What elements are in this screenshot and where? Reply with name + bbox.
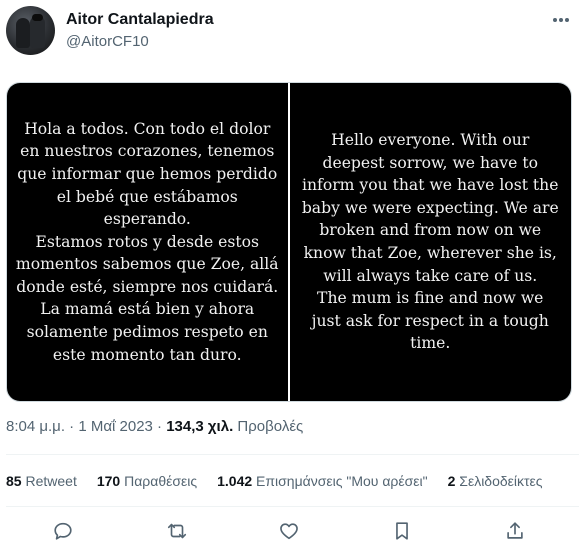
- tweet-stats: 85 Retweet 170 Παραθέσεις 1.042 Επισημάν…: [6, 473, 563, 489]
- stat-label: Retweet: [25, 473, 77, 489]
- more-dots-icon[interactable]: [547, 10, 575, 30]
- media-image-spanish[interactable]: Hola a todos. Con todo el dolor en nuest…: [7, 83, 288, 401]
- english-statement-text: Hello everyone. With our deepest sorrow,…: [301, 131, 559, 353]
- stat-quotes[interactable]: 170 Παραθέσεις: [97, 473, 197, 489]
- author-display-name[interactable]: Aitor Cantalapiedra: [66, 11, 214, 29]
- like-button[interactable]: [274, 516, 304, 546]
- stat-bookmarks[interactable]: 2 Σελιδοδείκτες: [448, 473, 543, 489]
- bookmark-icon: [396, 522, 408, 540]
- reply-icon: [54, 522, 72, 540]
- stat-label: Επισημάνσεις "Μου αρέσει": [256, 473, 428, 489]
- reply-button[interactable]: [48, 516, 78, 546]
- tweet-actions: [6, 516, 579, 546]
- retweet-button[interactable]: [162, 516, 192, 546]
- views-count: 134,3 χιλ.: [166, 418, 234, 435]
- divider: [6, 506, 579, 507]
- stat-retweets[interactable]: 85 Retweet: [6, 473, 77, 489]
- bookmark-button[interactable]: [387, 516, 417, 546]
- meta-separator: ·: [69, 418, 75, 435]
- tweet-time[interactable]: 8:04 μ.μ.: [6, 418, 65, 435]
- stat-count: 85: [6, 473, 22, 489]
- divider: [6, 454, 579, 455]
- share-icon: [507, 522, 523, 539]
- stat-label: Παραθέσεις: [124, 473, 198, 489]
- views-label: Προβολές: [237, 418, 304, 435]
- tweet-media[interactable]: Hola a todos. Con todo el dolor en nuest…: [6, 82, 572, 402]
- author-handle[interactable]: @AitorCF10: [66, 33, 149, 50]
- tweet-meta: 8:04 μ.μ. · 1 Μαΐ 2023 · 134,3 χιλ. Προβ…: [6, 418, 303, 435]
- stat-label: Σελιδοδείκτες: [459, 473, 543, 489]
- meta-separator: ·: [157, 418, 163, 435]
- heart-icon: [280, 523, 298, 540]
- stat-likes[interactable]: 1.042 Επισημάνσεις "Μου αρέσει": [217, 473, 428, 489]
- stat-count: 2: [447, 473, 456, 489]
- tweet-header: Aitor Cantalapiedra @AitorCF10: [6, 6, 579, 62]
- share-button[interactable]: [500, 516, 530, 546]
- stat-count: 1.042: [217, 473, 253, 489]
- tweet-date[interactable]: 1 Μαΐ 2023: [78, 418, 153, 435]
- spanish-statement-text: Hola a todos. Con todo el dolor en nuest…: [15, 119, 279, 364]
- media-image-english[interactable]: Hello everyone. With our deepest sorrow,…: [289, 83, 571, 401]
- stat-count: 170: [96, 473, 121, 489]
- avatar[interactable]: [6, 6, 55, 55]
- retweet-icon: [167, 523, 187, 539]
